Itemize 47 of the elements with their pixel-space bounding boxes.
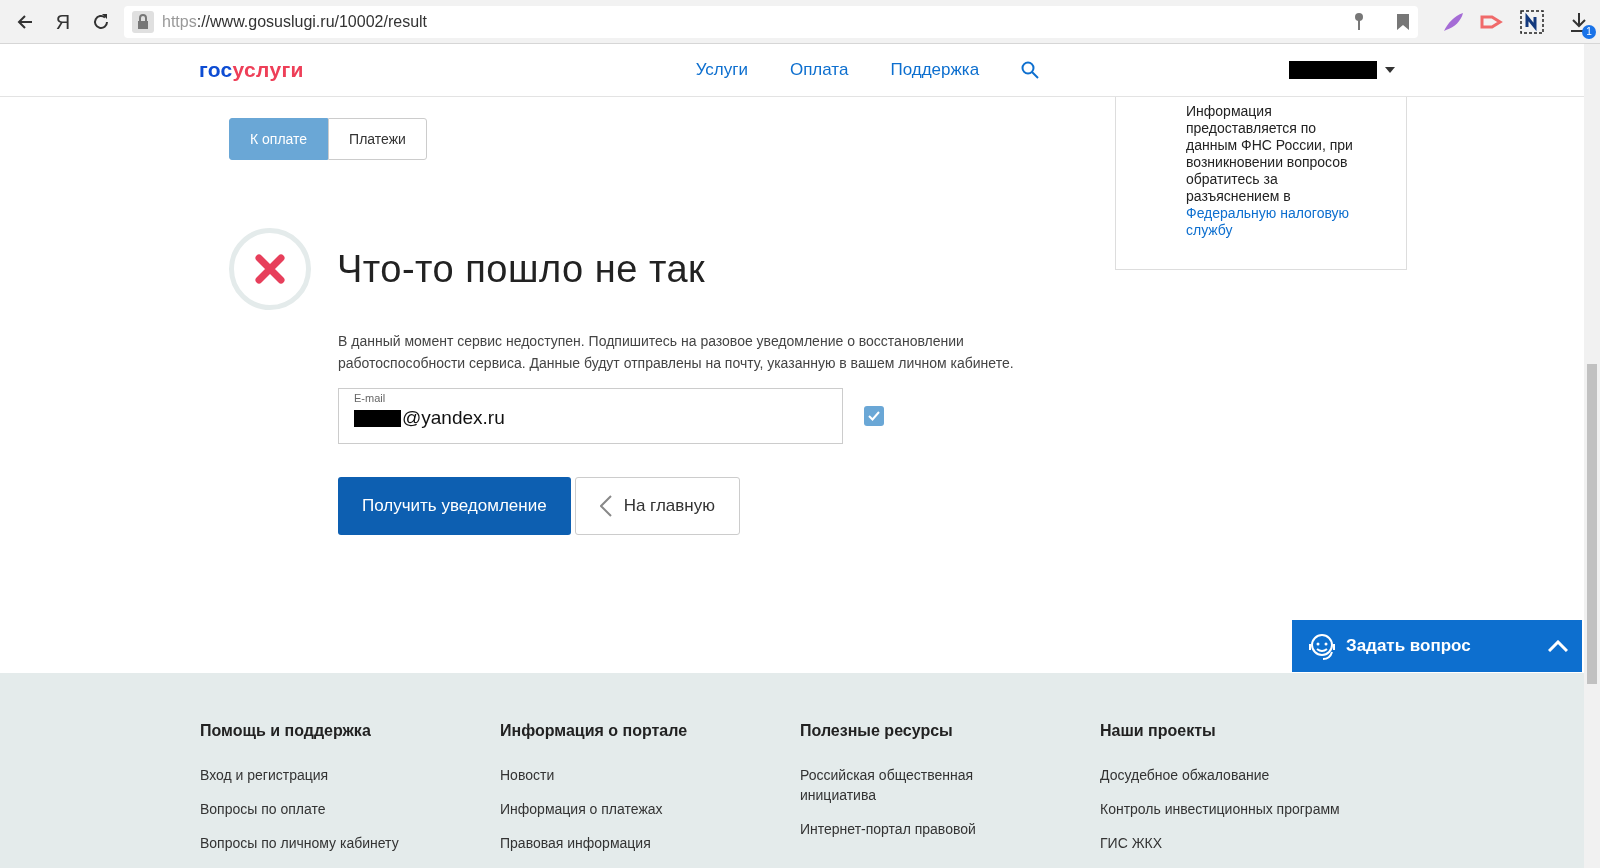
footer-link[interactable]: Правовая информация <box>500 833 750 853</box>
download-count: 1 <box>1582 24 1596 39</box>
footer-link[interactable]: Интернет-портал правовой <box>800 819 1000 839</box>
email-value: @yandex.ru <box>402 406 505 430</box>
scrollbar[interactable] <box>1584 44 1600 868</box>
scrollbar-thumb[interactable] <box>1587 364 1597 684</box>
nav-link[interactable]: Услуги <box>695 57 748 83</box>
feather-icon[interactable] <box>1442 10 1464 33</box>
footer-heading: Наши проекты <box>1100 721 1217 741</box>
footer-link[interactable]: ГИС ЖКХ <box>1100 833 1350 853</box>
footer-link[interactable]: Контроль инвестиционных программ <box>1100 799 1350 819</box>
footer-heading: Информация о портале <box>500 721 689 741</box>
bookmark-icon[interactable] <box>1396 12 1410 31</box>
reload-icon[interactable] <box>91 11 111 32</box>
note-capture-icon[interactable] <box>1520 9 1544 34</box>
chevron-up-icon <box>1548 640 1568 652</box>
info-text: Информация предоставляется по данным ФНС России, при возникновении вопросов обратитесь за разъяснением в <box>1186 103 1354 205</box>
lock-icon <box>132 10 154 33</box>
footer-link[interactable]: Новости <box>500 765 750 785</box>
caret-icon[interactable] <box>1385 67 1396 73</box>
search-icon[interactable] <box>1021 61 1040 79</box>
footer-link[interactable]: Досудебное обжалование <box>1100 765 1350 785</box>
chevron-left-icon <box>599 495 612 517</box>
nav-link[interactable]: Оплата <box>789 57 849 83</box>
footer-link[interactable]: Российская общественная инициатива <box>800 765 1000 805</box>
footer-heading: Полезные ресурсы <box>800 721 954 741</box>
footer-link[interactable]: Вопросы по личному кабинету <box>200 833 450 853</box>
yandex-button[interactable]: Я <box>48 6 78 37</box>
checkbox[interactable] <box>864 406 884 426</box>
redaction-bar <box>354 409 401 427</box>
tab[interactable]: Платежи <box>328 118 427 160</box>
site-logo[interactable]: госуслуги <box>199 54 304 86</box>
footer-link[interactable]: Информация о платежах <box>500 799 750 819</box>
tax-service-link[interactable]: Федеральную налоговую службу <box>1186 205 1366 239</box>
home-button[interactable]: На главную <box>574 477 740 535</box>
footer-link[interactable]: Вход и регистрация <box>200 765 450 785</box>
error-message: В данный момент сервис недоступен. Подпишитесь на разовое уведомление о восстановлении работоспособности сервиса. Данные будут отправлены на почту, указанную в вашем личном кабинете. <box>338 332 1015 373</box>
notify-button[interactable]: Получить уведомление <box>338 477 571 535</box>
url-text[interactable]: https://www.gosuslugi.ru/10002/result <box>162 9 428 34</box>
footer-heading: Помощь и поддержка <box>200 721 372 741</box>
email-field[interactable]: E-mail @yandex.ru <box>338 388 843 444</box>
footer-link[interactable]: Вопросы по оплате <box>200 799 450 819</box>
nav-link[interactable]: Поддержка <box>890 57 980 83</box>
close-icon <box>255 254 285 284</box>
error-title: Что-то пошло не так <box>337 246 706 292</box>
check-icon <box>868 411 880 421</box>
ask-question-button[interactable]: Задать вопрос <box>1292 620 1582 672</box>
